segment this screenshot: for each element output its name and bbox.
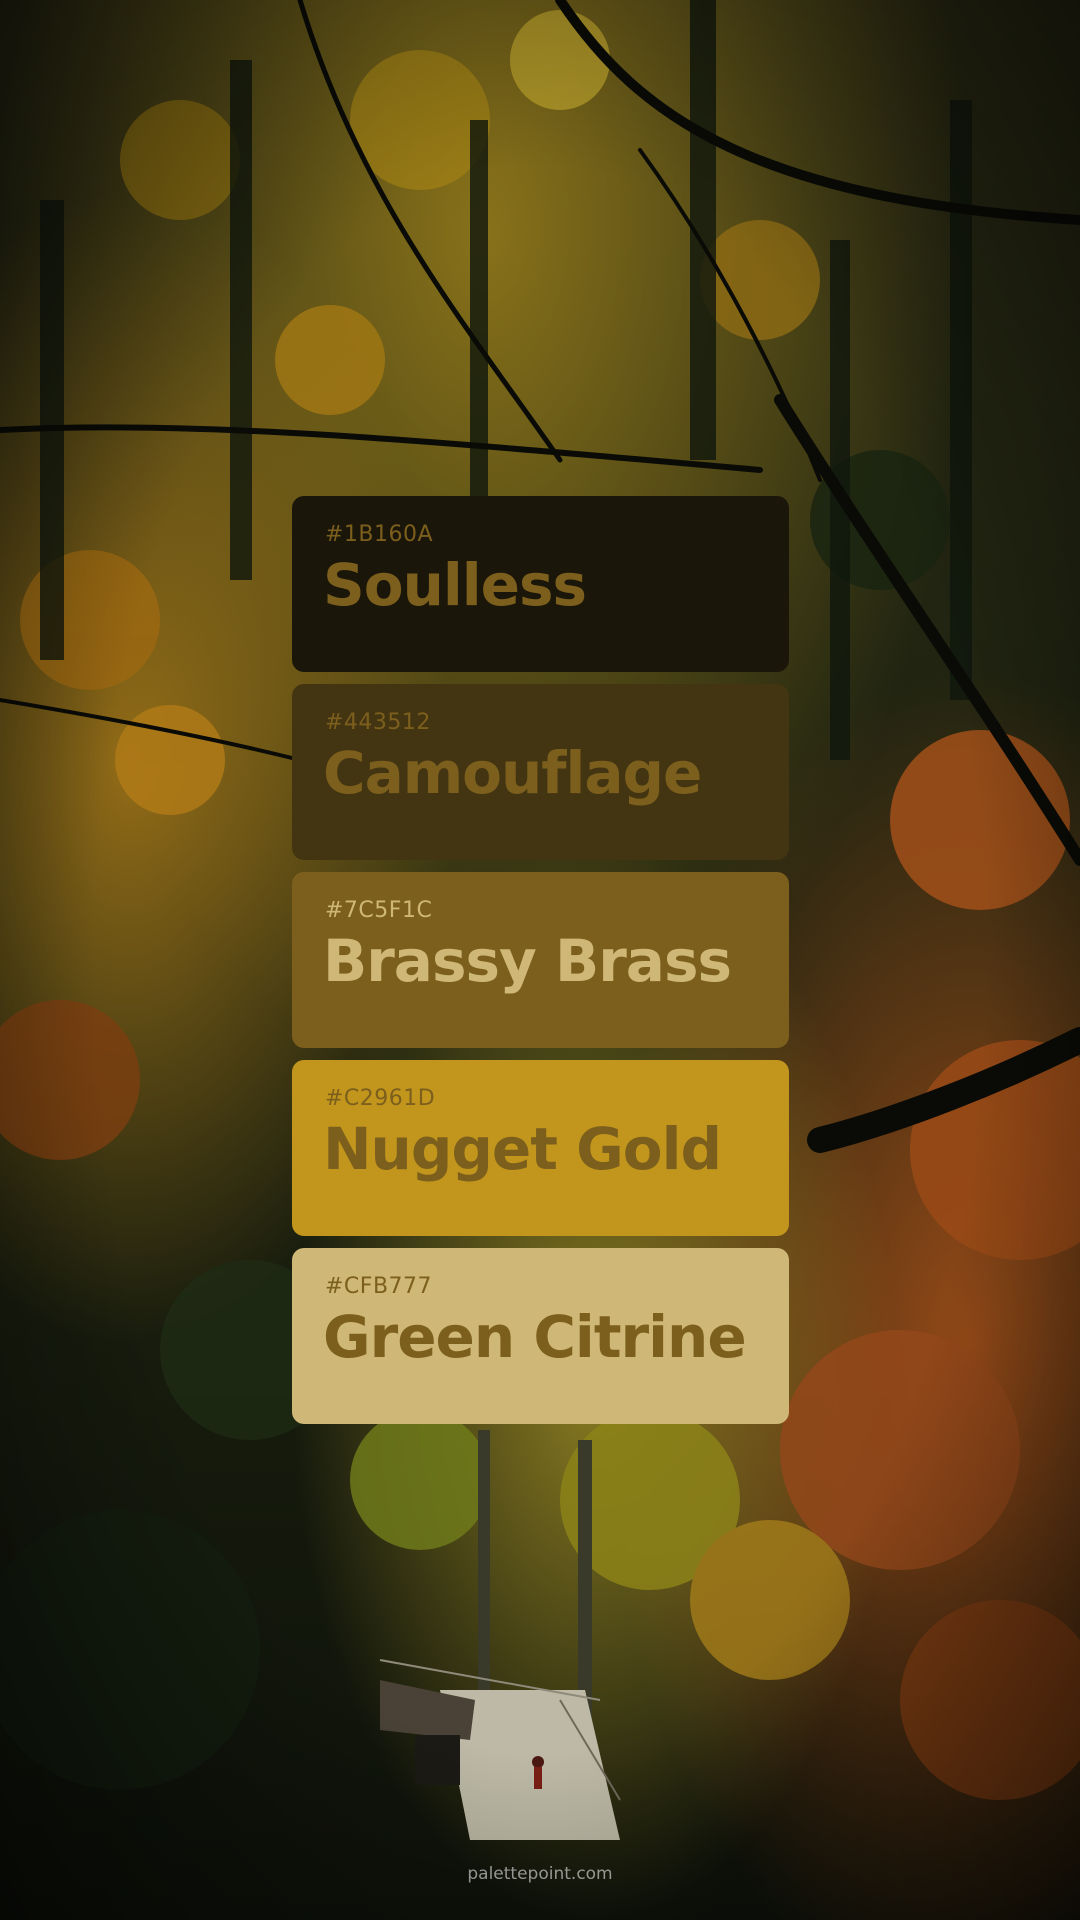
swatch-soulless[interactable]: #1B160A Soulless [292, 496, 789, 672]
swatch-nugget-gold[interactable]: #C2961D Nugget Gold [292, 1060, 789, 1236]
swatch-hex-code: #1B160A [325, 522, 434, 547]
swatch-color-name: Nugget Gold [323, 1115, 722, 1183]
color-palette: #1B160A Soulless #443512 Camouflage #7C5… [292, 496, 789, 1436]
swatch-hex-code: #7C5F1C [325, 898, 433, 923]
footer-watermark[interactable]: palettepoint.com [0, 1864, 1080, 1884]
swatch-color-name: Camouflage [323, 739, 702, 807]
swatch-hex-code: #443512 [325, 710, 431, 735]
swatch-camouflage[interactable]: #443512 Camouflage [292, 684, 789, 860]
swatch-hex-code: #CFB777 [325, 1274, 433, 1299]
swatch-green-citrine[interactable]: #CFB777 Green Citrine [292, 1248, 789, 1424]
swatch-color-name: Green Citrine [323, 1303, 747, 1371]
swatch-hex-code: #C2961D [325, 1086, 436, 1111]
swatch-brassy-brass[interactable]: #7C5F1C Brassy Brass [292, 872, 789, 1048]
swatch-color-name: Soulless [323, 551, 587, 619]
swatch-color-name: Brassy Brass [323, 927, 732, 995]
